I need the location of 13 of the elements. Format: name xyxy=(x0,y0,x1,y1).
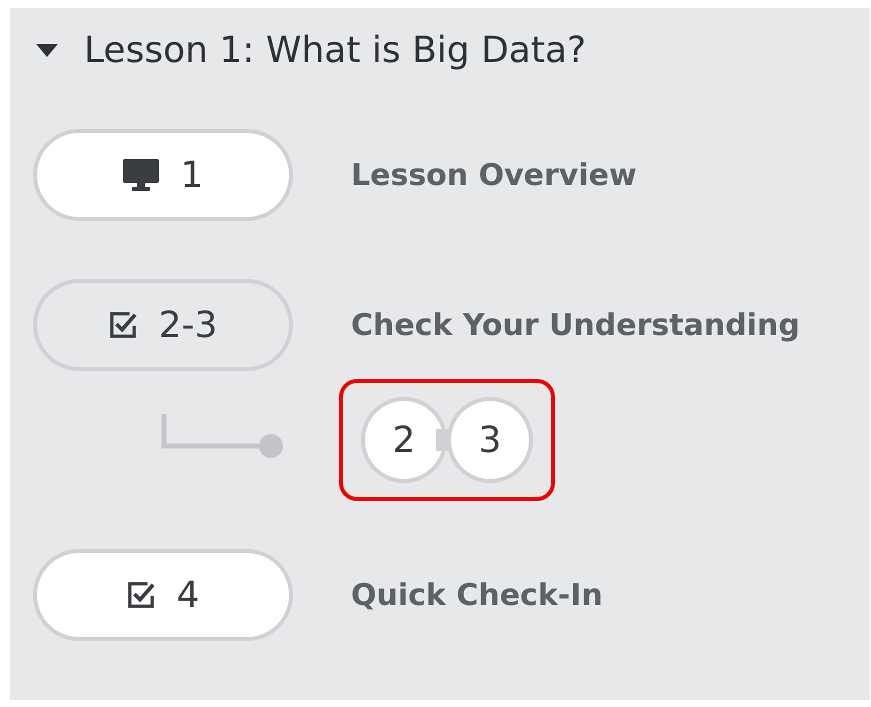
activity-title: Lesson Overview xyxy=(351,158,637,192)
activity-title: Quick Check-In xyxy=(351,578,603,612)
activity-pill[interactable]: 2-3 xyxy=(33,279,293,371)
activity-title: Check Your Understanding xyxy=(351,308,800,342)
activity-pill[interactable]: 1 xyxy=(33,129,293,221)
lesson-title: Lesson 1: What is Big Data? xyxy=(84,30,586,71)
checkbox-icon xyxy=(126,581,155,609)
caret-icon[interactable] xyxy=(36,44,58,57)
checkbox-icon xyxy=(108,311,137,339)
level-bubble[interactable]: 2 xyxy=(361,397,447,483)
activity-pill[interactable]: 4 xyxy=(33,549,293,641)
monitor-icon xyxy=(122,159,159,191)
level-bubble[interactable]: 3 xyxy=(447,397,533,483)
